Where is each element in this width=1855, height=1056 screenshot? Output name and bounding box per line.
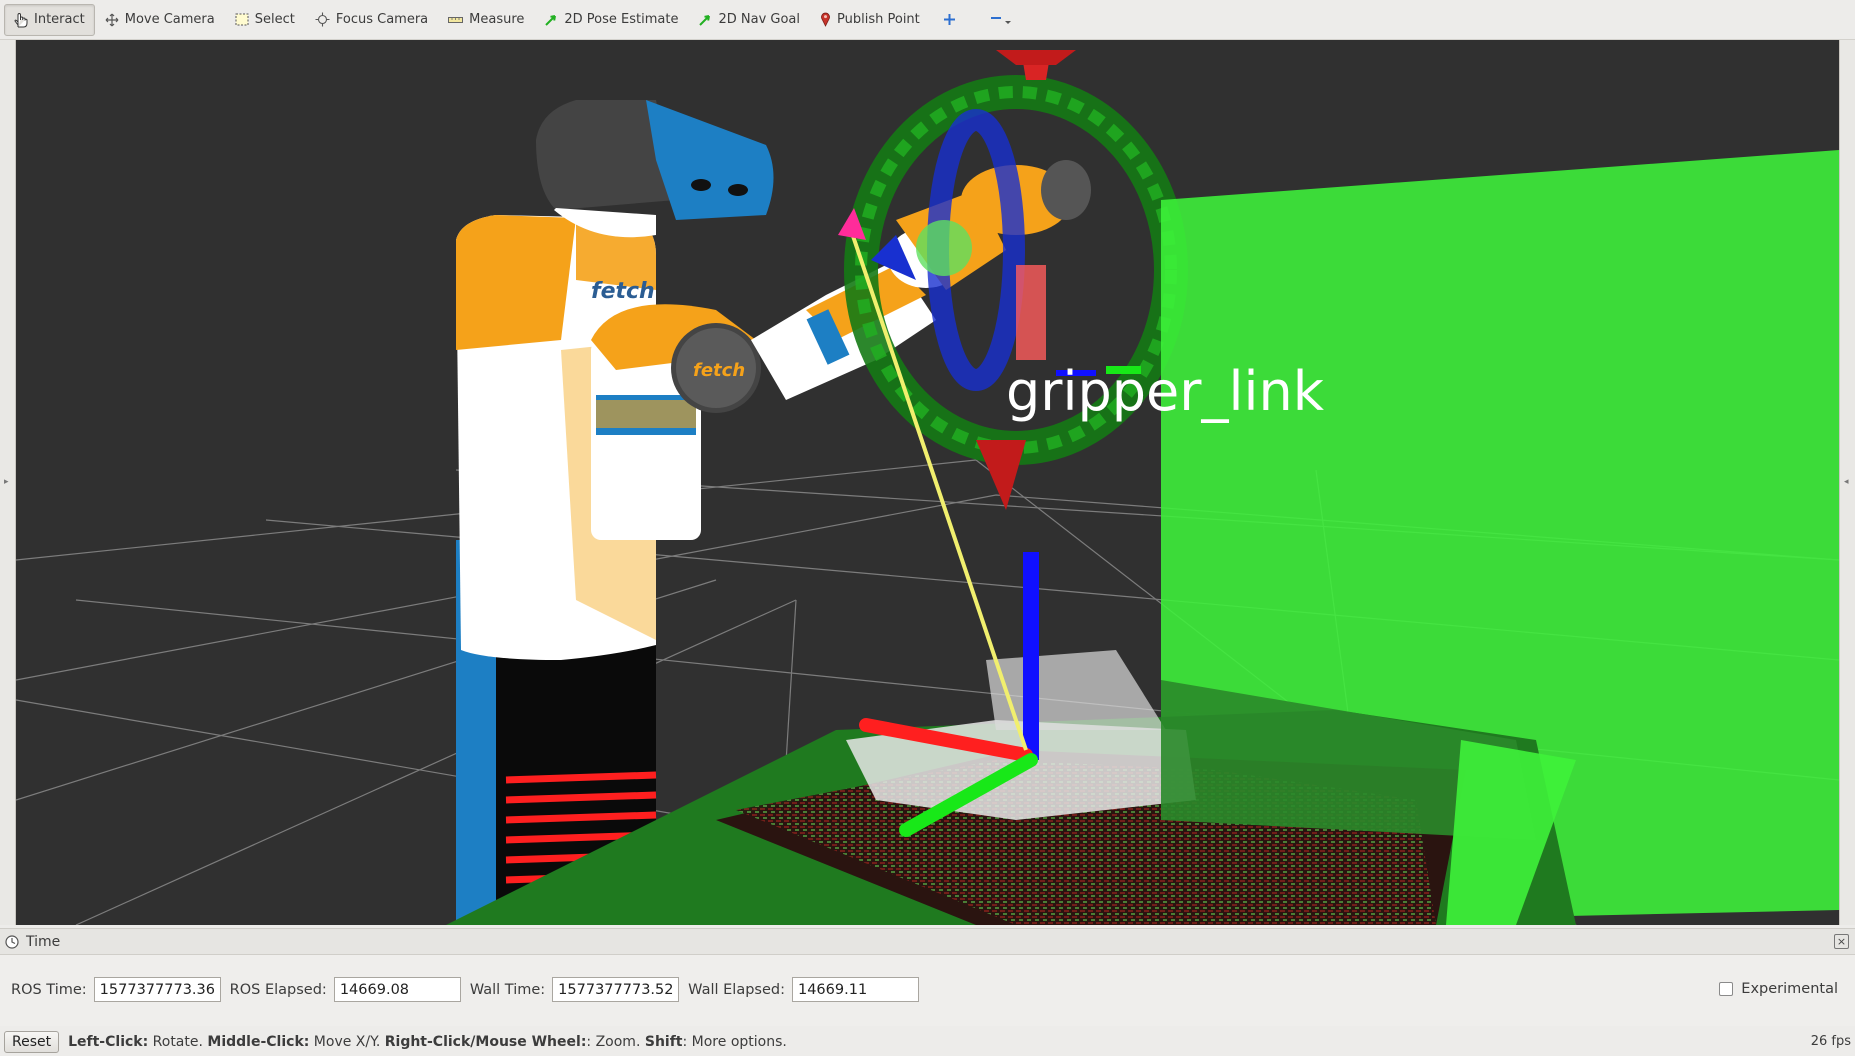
ros-time-label: ROS Time: — [11, 981, 87, 998]
tool-focus-camera[interactable]: Focus Camera — [305, 4, 438, 36]
3d-viewport[interactable]: fetch fetch gripper_link — [16, 40, 1839, 925]
status-bar: Reset Left-Click: Rotate. Middle-Click: … — [0, 1028, 1855, 1056]
tool-2d-pose-estimate[interactable]: 2D Pose Estimate — [534, 4, 688, 36]
tool-move-camera[interactable]: Move Camera — [95, 4, 225, 36]
gripper-marker-sphere[interactable] — [916, 220, 972, 276]
fetch-logo-shoulder: fetch — [693, 360, 745, 381]
tool-select[interactable]: Select — [225, 4, 305, 36]
wall-elapsed-label: Wall Elapsed: — [688, 981, 785, 998]
tool-select-label: Select — [254, 12, 295, 27]
tool-interact[interactable]: Interact — [4, 3, 95, 36]
move-camera-icon — [105, 13, 119, 26]
tool-2d-pose-estimate-label: 2D Pose Estimate — [564, 12, 679, 27]
time-panel: Time × ROS Time: ROS Elapsed: Wall Time:… — [0, 928, 1855, 1026]
tool-measure[interactable]: Measure — [438, 4, 534, 36]
tool-interact-label: Interact — [34, 12, 85, 27]
hint-left-click-text: Rotate. — [148, 1034, 208, 1050]
fetch-logo-body: fetch — [591, 279, 655, 304]
time-panel-title: Time — [26, 933, 61, 950]
close-icon[interactable]: × — [1834, 934, 1849, 949]
hint-middle-click-text: Move X/Y. — [309, 1034, 385, 1050]
ros-elapsed-field[interactable] — [333, 977, 461, 1002]
hint-middle-click-key: Middle-Click: — [207, 1034, 310, 1050]
add-tool-button[interactable] — [930, 4, 975, 36]
time-panel-header: Time — [0, 929, 1855, 955]
ros-time-field[interactable] — [93, 977, 221, 1002]
tool-measure-label: Measure — [469, 12, 525, 27]
tool-2d-nav-goal-label: 2D Nav Goal — [718, 12, 801, 27]
hint-left-click-key: Left-Click: — [68, 1034, 149, 1050]
minus-dropdown-icon — [990, 16, 1011, 24]
time-fields: ROS Time: ROS Elapsed: Wall Time: Wall E… — [11, 977, 928, 1002]
experimental-checkbox[interactable]: Experimental — [1719, 981, 1838, 997]
green-arrow-icon — [545, 14, 557, 26]
hint-shift-key: Shift — [644, 1034, 683, 1050]
plus-icon — [943, 14, 955, 25]
wall-elapsed-field[interactable] — [791, 977, 919, 1002]
left-dock-handle[interactable]: ▸ — [0, 40, 16, 925]
tool-publish-point-label: Publish Point — [837, 12, 920, 27]
tool-focus-camera-label: Focus Camera — [335, 12, 429, 27]
wall-time-field[interactable] — [552, 977, 680, 1002]
mouse-hint: Left-Click: Rotate. Middle-Click: Move X… — [68, 1034, 787, 1050]
focus-camera-icon — [315, 12, 330, 27]
ruler-icon — [448, 16, 464, 23]
select-box-icon — [235, 13, 249, 26]
checkbox-icon[interactable] — [1719, 982, 1734, 996]
render-panel: ▸ fetch fetch gripper_link ◂ — [0, 40, 1855, 925]
hand-pointer-icon — [14, 12, 28, 27]
ros-elapsed-label: ROS Elapsed: — [229, 981, 327, 998]
wall-time-label: Wall Time: — [469, 981, 546, 998]
toolbar: Interact Move Camera Select Focus Camera… — [0, 0, 1855, 40]
clock-icon — [5, 934, 19, 949]
collapse-left-icon: ▸ — [4, 477, 9, 487]
remove-tool-button[interactable] — [975, 4, 1033, 36]
collapse-right-icon: ◂ — [1844, 477, 1849, 487]
green-arrow-icon — [699, 14, 711, 26]
map-pin-icon — [821, 12, 830, 27]
hint-right-click-text: : Zoom. — [586, 1034, 645, 1050]
reset-button[interactable]: Reset — [4, 1031, 60, 1053]
right-dock-handle[interactable]: ◂ — [1839, 40, 1855, 925]
tool-move-camera-label: Move Camera — [124, 12, 215, 27]
frame-label-gripper-link: gripper_link — [1006, 360, 1325, 423]
experimental-label: Experimental — [1741, 981, 1838, 997]
hint-right-click-key: Right-Click/Mouse Wheel: — [384, 1034, 587, 1050]
hint-shift-text: : More options. — [682, 1034, 787, 1050]
fps-counter: 26 fps — [1810, 1034, 1851, 1049]
scene-canvas[interactable]: fetch fetch gripper_link — [16, 40, 1839, 925]
tool-2d-nav-goal[interactable]: 2D Nav Goal — [688, 4, 810, 36]
tool-publish-point[interactable]: Publish Point — [810, 4, 930, 36]
